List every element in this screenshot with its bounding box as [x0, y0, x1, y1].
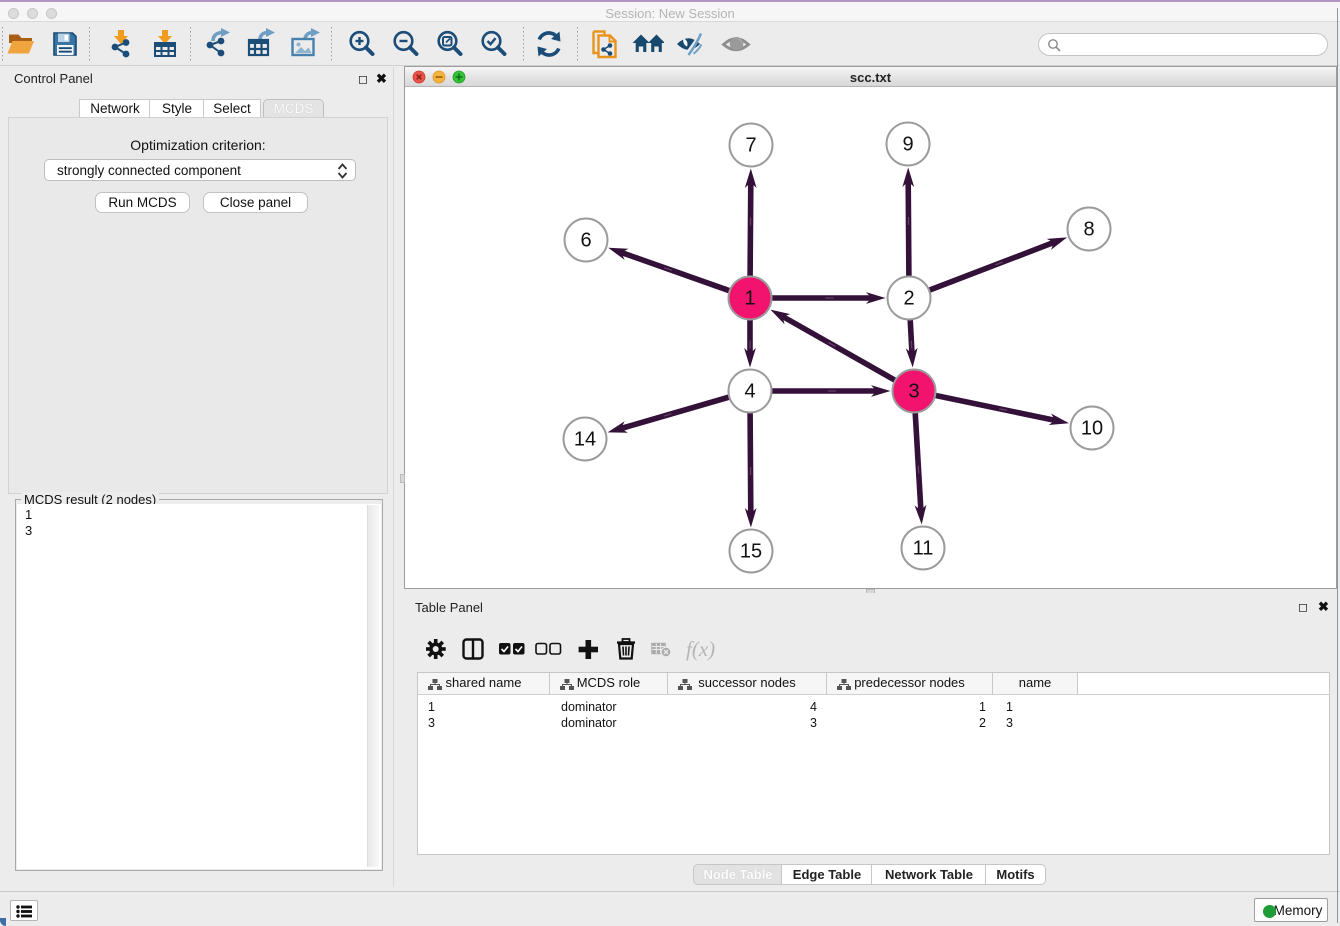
svg-text:4: 4 — [744, 381, 755, 403]
svg-text:1: 1 — [744, 288, 755, 310]
svg-text:7: 7 — [745, 135, 756, 157]
svg-text:8: 8 — [1083, 219, 1094, 241]
svg-text:f(x): f(x) — [686, 637, 715, 661]
svg-text:14: 14 — [574, 429, 596, 451]
svg-text:6: 6 — [580, 230, 591, 252]
svg-text:15: 15 — [740, 541, 762, 563]
svg-text:11: 11 — [913, 538, 934, 560]
svg-text:10: 10 — [1081, 418, 1103, 440]
svg-text:3: 3 — [908, 381, 919, 403]
svg-text:9: 9 — [902, 134, 913, 156]
svg-text:2: 2 — [903, 288, 914, 310]
